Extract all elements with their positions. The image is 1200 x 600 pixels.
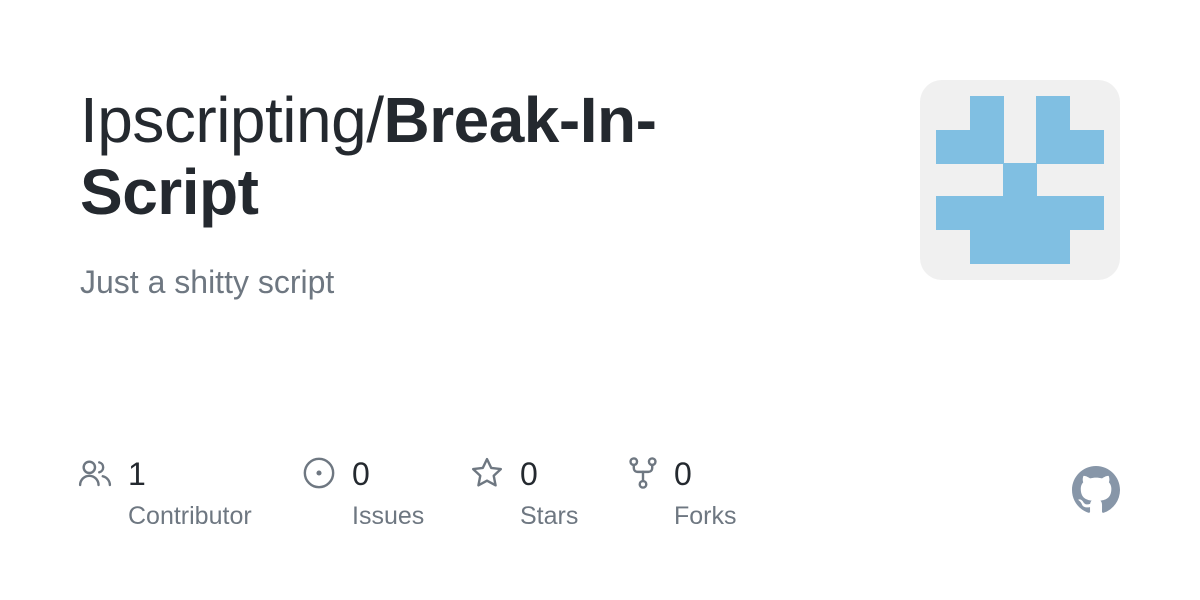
contributors-count: 1 (128, 456, 146, 492)
people-icon (78, 460, 112, 487)
issues-count: 0 (352, 456, 370, 492)
forks-count: 0 (674, 456, 692, 492)
repo-social-card: Ipscripting/Break-In-Script Just a shitt… (0, 0, 1200, 600)
stars-label: Stars (520, 502, 579, 530)
contributors-label: Contributor (128, 502, 252, 530)
repo-title: Ipscripting/Break-In-Script (80, 84, 780, 228)
github-mark-icon[interactable] (1072, 466, 1120, 514)
owner-avatar[interactable] (920, 80, 1120, 280)
identicon-avatar (936, 96, 1104, 264)
issue-opened-icon (303, 457, 335, 489)
repo-owner[interactable]: Ipscripting (80, 84, 367, 156)
stars-count: 0 (520, 456, 538, 492)
issues-label: Issues (352, 502, 425, 530)
repo-separator: / (366, 84, 384, 156)
forks-label: Forks (674, 502, 737, 530)
repo-forked-icon (629, 457, 657, 489)
star-icon (471, 457, 503, 487)
repo-description: Just a shitty script (80, 264, 335, 300)
